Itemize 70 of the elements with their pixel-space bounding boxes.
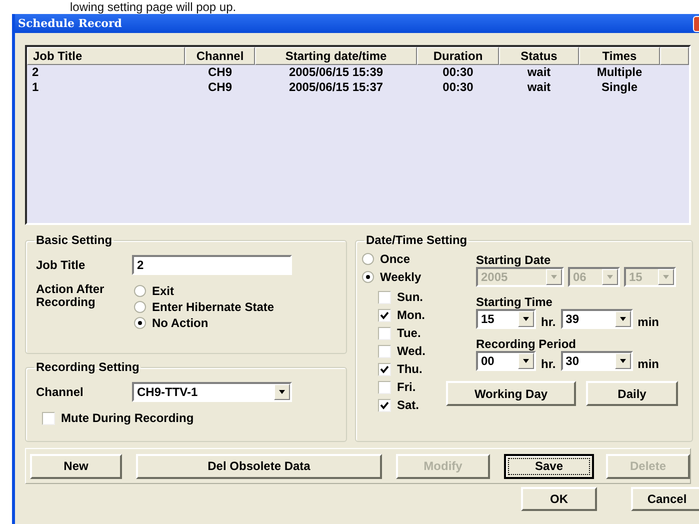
radio-button[interactable]: Exit (132, 283, 276, 299)
window-title: Schedule Record (18, 17, 122, 30)
table-cell-text: CH9 (206, 80, 233, 95)
column-header[interactable]: Status (499, 47, 579, 65)
group-title: Basic Setting (35, 233, 114, 247)
checkbox[interactable]: Tue. (376, 325, 460, 341)
field-label: Recording Period (476, 337, 576, 351)
column-header[interactable]: Channel (185, 47, 255, 65)
field-label: Action After Recording (36, 283, 106, 309)
unit-label: hr. (541, 315, 556, 329)
radio-button[interactable]: Weekly (360, 269, 460, 285)
dialog-button[interactable]: Cancel (631, 487, 699, 511)
action-button[interactable]: Save (504, 454, 594, 478)
dropdown-field[interactable]: 15 (476, 309, 536, 329)
action-button[interactable]: New (30, 454, 122, 478)
table-cell-text: 2005/06/15 15:37 (288, 80, 384, 95)
table-cell-text: 00:30 (442, 65, 474, 80)
caret-icon (620, 359, 626, 363)
dropdown-field[interactable]: 00 (476, 351, 536, 371)
table-cell-text: 2005/06/15 15:39 (288, 65, 384, 80)
field-label: Starting Date (476, 253, 551, 267)
table-cell-text: 00:30 (442, 80, 474, 95)
group-title: Date/Time Setting (365, 233, 468, 247)
table-cell-text: 2 (31, 65, 40, 80)
check-icon (379, 400, 390, 410)
column-header[interactable]: Times (579, 47, 660, 65)
table-cell-text: Single (600, 80, 638, 95)
unit-label: hr. (541, 357, 556, 371)
dropdown-field[interactable]: 30 (560, 351, 633, 371)
dropdown-field[interactable]: CH9-TTV-1 (132, 382, 292, 402)
unit-label: min (638, 357, 660, 371)
unit-label: min (638, 315, 660, 329)
close-button[interactable] (693, 16, 699, 32)
caret-icon (551, 275, 557, 279)
group-title: Recording Setting (35, 360, 140, 374)
checkbox[interactable]: Mon. (376, 307, 460, 323)
table-cell-text: wait (526, 80, 552, 95)
caret-icon (523, 359, 529, 363)
radio-button[interactable]: Once (360, 251, 460, 267)
checkbox[interactable]: Thu. (376, 361, 460, 377)
checkbox[interactable]: Wed. (376, 343, 460, 359)
field-label: Job Title (36, 258, 86, 272)
column-header[interactable]: Duration (417, 47, 499, 65)
action-button[interactable]: Working Day (446, 381, 576, 406)
job-title-field[interactable]: 2 (132, 255, 292, 275)
table-cell-text: CH9 (206, 65, 233, 80)
caret-icon (523, 317, 529, 321)
caption-text: lowing setting page will pop up. (70, 0, 238, 14)
table-cell-text: Multiple (596, 65, 644, 80)
action-button[interactable]: Del Obsolete Data (136, 454, 382, 478)
dialog-button[interactable]: OK (521, 487, 597, 511)
table-cell-text: wait (526, 65, 552, 80)
checkbox[interactable]: Mute During Recording (40, 410, 336, 426)
column-header (660, 47, 689, 65)
field-label: Starting Time (476, 295, 552, 309)
table-cell-text: 1 (31, 80, 40, 95)
column-header[interactable]: Starting date/time (255, 47, 417, 65)
action-button[interactable]: Daily (586, 381, 678, 406)
field-label: Channel (36, 385, 84, 399)
caret-icon (663, 275, 669, 279)
column-header[interactable]: Job Title (27, 47, 185, 65)
caret-icon (620, 317, 626, 321)
caret-icon (279, 390, 285, 394)
checkbox[interactable]: Sun. (376, 289, 460, 305)
caret-icon (607, 275, 613, 279)
radio-button[interactable]: Enter Hibernate State (132, 299, 276, 315)
radio-button[interactable]: No Action (132, 315, 276, 331)
dropdown-field[interactable]: 39 (560, 309, 633, 329)
check-icon (379, 364, 390, 374)
check-icon (379, 310, 390, 320)
